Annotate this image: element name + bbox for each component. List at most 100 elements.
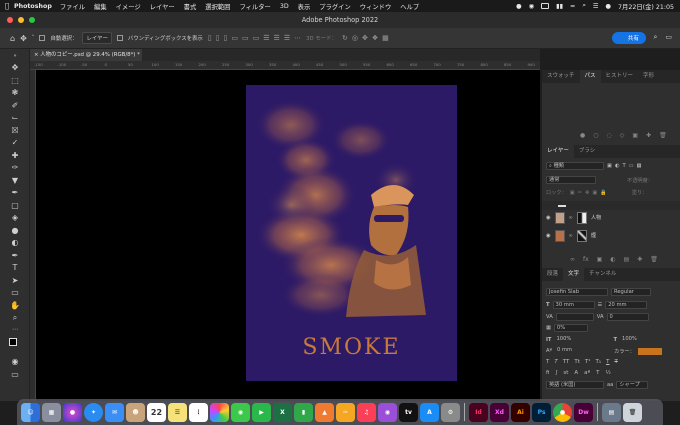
filter-type-icon[interactable]: T (622, 163, 625, 169)
menu-view[interactable]: 表示 (298, 2, 311, 11)
tab-layers[interactable]: レイヤー (542, 145, 574, 158)
reminders-icon[interactable]: ⋮ (189, 402, 208, 422)
tab-channels[interactable]: チャンネル (584, 268, 621, 281)
filter-shape-icon[interactable]: ▭ (629, 163, 634, 169)
layer-row-person[interactable]: ◉ ∞ 人物 (542, 209, 680, 226)
layer-name[interactable]: 煙 (591, 232, 596, 239)
blend-mode-dropdown[interactable]: 通常 (546, 176, 596, 184)
add-mask-icon[interactable]: ▣ (597, 256, 603, 263)
scale-3d-icon[interactable]: ▦ (382, 34, 389, 42)
blur-tool-icon[interactable]: ● (9, 225, 21, 236)
search-icon[interactable]: ⌕ (653, 33, 657, 42)
workspace-icon[interactable]: ▭ (665, 33, 672, 42)
lock-artboard-icon[interactable]: ▣ (592, 190, 597, 196)
canvas-area[interactable]: SMOKE (36, 70, 540, 401)
pen-tool-icon[interactable]: ✒ (9, 250, 21, 261)
tracking-field[interactable]: 0 (606, 313, 649, 321)
facetime-icon[interactable]: ▶ (252, 402, 271, 422)
font-size-field[interactable]: 30 mm (552, 301, 595, 309)
move-tool-icon[interactable]: ✥ (9, 62, 21, 73)
all-caps-button[interactable]: TT (563, 359, 570, 365)
crop-tool-icon[interactable]: ⌙ (9, 112, 21, 123)
stylistic-button[interactable]: st (563, 370, 568, 376)
siri-icon[interactable]: ● (63, 402, 82, 422)
quick-select-tool-icon[interactable]: ✐ (9, 100, 21, 111)
downloads-folder-icon[interactable]: ▤ (602, 402, 621, 422)
home-icon[interactable]: ⌂ (10, 34, 15, 43)
dreamweaver-icon[interactable]: Dw (574, 402, 593, 422)
clone-stamp-icon[interactable]: ▼ (9, 175, 21, 186)
font-style-dropdown[interactable]: Regular (611, 288, 651, 296)
fx-icon[interactable]: fx (583, 256, 589, 263)
adjustment-icon[interactable]: ◐ (610, 256, 615, 263)
notes-icon[interactable]: ☰ (168, 402, 187, 422)
superscript-button[interactable]: T¹ (585, 359, 591, 365)
underline-button[interactable]: T (606, 359, 609, 365)
history-brush-icon[interactable]: ✒ (9, 187, 21, 198)
poster-title-text[interactable]: SMOKE (246, 335, 457, 360)
filter-smart-icon[interactable]: ▦ (637, 163, 642, 169)
tab-paths[interactable]: パス (579, 70, 601, 83)
font-family-dropdown[interactable]: Josefin Slab (546, 288, 608, 296)
contacts-icon[interactable]: ☻ (126, 402, 145, 422)
move-tool-icon[interactable]: ✥ (20, 34, 27, 43)
align-left-icon[interactable]: ▯ (208, 34, 212, 42)
kerning-field[interactable] (555, 313, 594, 321)
filter-adjust-icon[interactable]: ◐ (615, 163, 620, 169)
align-bottom-icon[interactable]: ▭ (253, 34, 260, 42)
apple-menu-icon[interactable]:  (0, 2, 14, 10)
menu-plugins[interactable]: プラグイン (319, 2, 350, 11)
menu-help[interactable]: ヘルプ (400, 2, 419, 11)
small-caps-button[interactable]: Tt (574, 359, 580, 365)
slide-3d-icon[interactable]: ❖ (372, 34, 378, 42)
poster-artwork[interactable]: SMOKE (246, 85, 457, 381)
foreground-color-swatch[interactable] (9, 338, 17, 346)
messages-icon[interactable]: ◉ (231, 402, 250, 422)
layer-mask-thumbnail[interactable] (576, 229, 587, 242)
type-tool-icon[interactable]: T (9, 262, 21, 273)
distribute-icon[interactable]: ☰ (263, 34, 269, 42)
tab-history[interactable]: ヒストリー (601, 70, 639, 83)
marquee-tool-icon[interactable]: ⬚ (9, 75, 21, 86)
quick-mask-icon[interactable]: ◉ (9, 356, 21, 367)
load-selection-icon[interactable]: ◌ (607, 132, 612, 139)
menu-3d[interactable]: 3D (280, 3, 289, 10)
app-store-icon[interactable]: A (420, 402, 439, 422)
zoom-window-button[interactable] (29, 17, 35, 23)
tv-icon[interactable]: tv (399, 402, 418, 422)
menu-edit[interactable]: 編集 (94, 2, 107, 11)
chrome-icon[interactable]: ● (553, 402, 572, 422)
menu-image[interactable]: イメージ (116, 2, 141, 11)
layer-mask-thumbnail[interactable] (576, 211, 587, 224)
align-right-icon[interactable]: ▯ (224, 34, 228, 42)
clock[interactable]: 7月22日(金) 21:05 (618, 2, 674, 11)
rectangle-tool-icon[interactable]: ▭ (9, 287, 21, 298)
control-center-icon[interactable]: ☰ (593, 3, 599, 10)
eraser-tool-icon[interactable]: ▢ (9, 200, 21, 211)
distribute-h-icon[interactable]: ☰ (284, 34, 290, 42)
photos-icon[interactable] (210, 402, 229, 422)
leading-field[interactable]: 20 mm (605, 301, 648, 309)
excel-icon[interactable]: X (273, 402, 292, 422)
collapse-panel-icon[interactable]: » (9, 51, 21, 62)
lock-position-icon[interactable]: ✥ (585, 190, 589, 196)
close-window-button[interactable] (7, 17, 13, 23)
bounding-box-checkbox[interactable] (116, 35, 123, 41)
tsume-field[interactable]: 0% (553, 324, 588, 332)
close-tab-icon[interactable]: × (34, 52, 39, 58)
creative-cloud-icon[interactable]: ● (516, 3, 522, 10)
menu-layer[interactable]: レイヤー (150, 2, 175, 11)
ligature-button[interactable]: fi (546, 370, 549, 376)
siri-icon[interactable]: ● (606, 3, 612, 10)
wifi-icon[interactable]: ≈ (570, 3, 575, 10)
numbers-icon[interactable]: ▮ (294, 402, 313, 422)
music-icon[interactable]: ♫ (357, 402, 376, 422)
layer-name[interactable]: 人物 (591, 214, 601, 221)
anti-alias-dropdown[interactable]: シャープ (616, 381, 649, 389)
filter-pixel-icon[interactable]: ▣ (607, 163, 612, 169)
brush-tool-icon[interactable]: ✑ (9, 162, 21, 173)
menu-select[interactable]: 選択範囲 (205, 2, 230, 11)
dodge-tool-icon[interactable]: ◐ (9, 237, 21, 248)
trash-icon[interactable]: 🗑 (623, 402, 642, 422)
layer-kind-dropdown[interactable]: ⌕ 種類 (546, 162, 604, 170)
